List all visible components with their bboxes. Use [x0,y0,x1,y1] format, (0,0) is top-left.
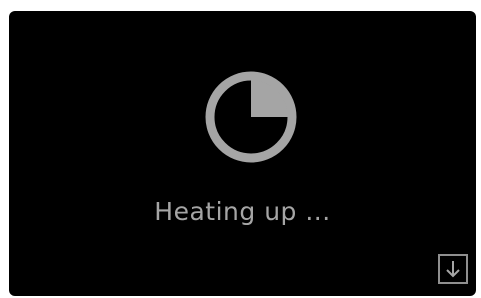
status-text: Heating up ... [154,197,331,226]
arrow-down-icon [446,261,460,278]
display-screen: Heating up ... [9,11,476,296]
pie-progress-icon [205,71,297,163]
download-button[interactable] [438,254,468,284]
